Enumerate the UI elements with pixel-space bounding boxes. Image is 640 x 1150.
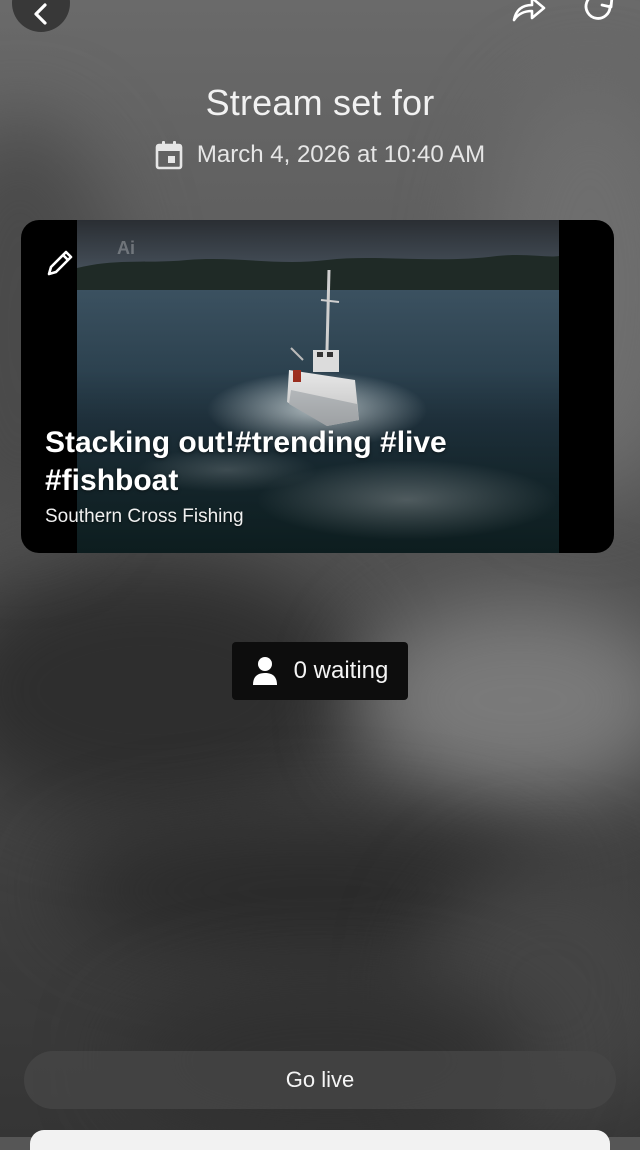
bottom-sheet-edge: [30, 1130, 610, 1150]
back-button[interactable]: [12, 0, 70, 32]
chevron-left-icon: [34, 3, 47, 25]
ai-watermark: Ai: [117, 238, 135, 258]
go-live-button[interactable]: Go live: [24, 1051, 616, 1109]
scheduled-datetime: March 4, 2026 at 10:40 AM: [0, 140, 640, 170]
stream-title-line: #fishboat: [45, 464, 179, 497]
waiting-label: 0 waiting: [293, 657, 389, 684]
blurred-background: [0, 0, 640, 1137]
datetime-text: March 4, 2026 at 10:40 AM: [196, 141, 486, 168]
pencil-icon[interactable]: [43, 246, 77, 280]
calendar-icon: [155, 141, 183, 170]
refresh-icon[interactable]: [580, 0, 620, 26]
channel-name: Southern Cross Fishing: [45, 506, 244, 527]
waiting-count-badge: 0 waiting: [232, 642, 408, 700]
stream-title: Stacking out!#trending #live #fishboat: [45, 424, 585, 500]
share-arrow-icon[interactable]: [508, 0, 548, 26]
person-icon: [252, 657, 277, 685]
stream-preview-card[interactable]: Ai Stacking out!#trending #live #fishboa…: [21, 220, 614, 553]
stream-set-title: Stream set for: [205, 82, 435, 123]
stream-title-line: Stacking out!#trending #live: [45, 426, 447, 459]
top-bar: [0, 0, 640, 60]
